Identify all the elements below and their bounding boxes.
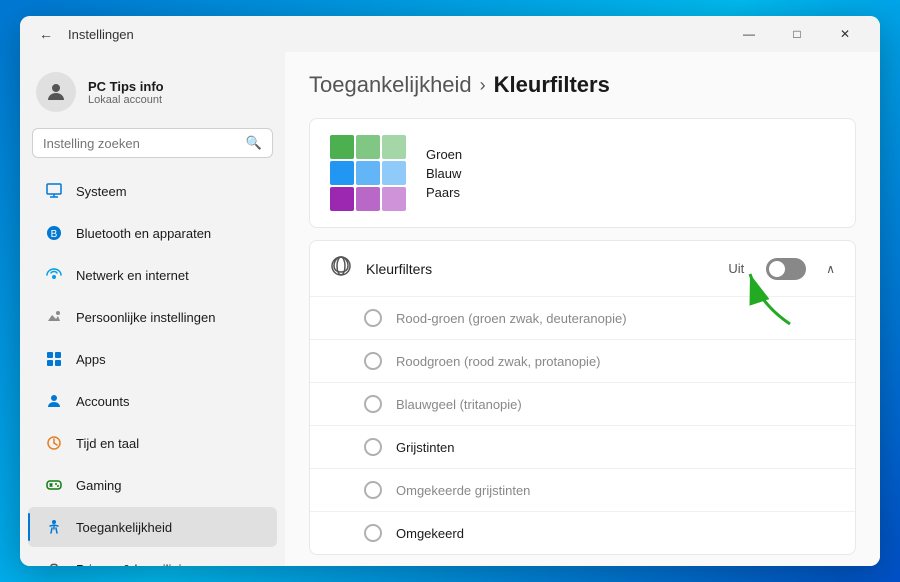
color-label-blauw: Blauw <box>426 166 462 181</box>
color-cell-4 <box>356 161 380 185</box>
systeem-label: Systeem <box>76 184 127 199</box>
kleurfilters-icon <box>330 255 352 282</box>
kleurfilters-section: Kleurfilters Uit ∧ <box>309 240 856 555</box>
search-icon: 🔍 <box>246 135 262 151</box>
systeem-icon <box>44 181 64 201</box>
settings-window: ← Instellingen — □ ✕ PC Tips info <box>20 16 880 566</box>
user-section[interactable]: PC Tips info Lokaal account <box>20 60 285 128</box>
option-label-protanopie: Roodgroen (rood zwak, protanopie) <box>396 354 601 369</box>
option-omgekeerde-grijstinten[interactable]: Omgekeerde grijstinten <box>310 468 855 511</box>
accessibility-icon <box>44 517 64 537</box>
bluetooth-icon: B <box>44 223 64 243</box>
color-cell-6 <box>330 187 354 211</box>
search-input[interactable] <box>43 136 238 151</box>
breadcrumb-current: Kleurfilters <box>494 72 610 98</box>
privacy-item[interactable]: Privacy & beveiliging <box>28 549 277 566</box>
user-name: PC Tips info <box>88 79 164 94</box>
kleurfilters-toggle[interactable] <box>766 258 806 280</box>
close-button[interactable]: ✕ <box>822 18 868 50</box>
content-area: PC Tips info Lokaal account 🔍 Systeem B <box>20 52 880 566</box>
gaming-label: Gaming <box>76 478 122 493</box>
kleurfilters-chevron[interactable]: ∧ <box>826 262 835 276</box>
persoonlijk-item[interactable]: Persoonlijke instellingen <box>28 297 277 337</box>
accounts-label: Accounts <box>76 394 129 409</box>
radio-tritanopie[interactable] <box>364 395 382 413</box>
radio-omgekeerde-grijstinten[interactable] <box>364 481 382 499</box>
maximize-button[interactable]: □ <box>774 18 820 50</box>
netwerk-item[interactable]: Netwerk en internet <box>28 255 277 295</box>
search-box[interactable]: 🔍 <box>32 128 273 158</box>
option-label-deuteranopie: Rood-groen (groen zwak, deuteranopie) <box>396 311 627 326</box>
apps-label: Apps <box>76 352 106 367</box>
radio-omgekeerd[interactable] <box>364 524 382 542</box>
privacy-icon <box>44 559 64 566</box>
option-label-omgekeerde-grijstinten: Omgekeerde grijstinten <box>396 483 530 498</box>
option-label-omgekeerd: Omgekeerd <box>396 526 464 541</box>
svg-text:B: B <box>51 229 58 240</box>
personal-icon <box>44 307 64 327</box>
breadcrumb: Toegankelijkheid › Kleurfilters <box>309 72 856 98</box>
option-label-tritanopie: Blauwgeel (tritanopie) <box>396 397 522 412</box>
accounts-icon <box>44 391 64 411</box>
color-labels: Groen Blauw Paars <box>426 147 462 200</box>
privacy-label: Privacy & beveiliging <box>76 562 196 567</box>
toegankelijkheid-label: Toegankelijkheid <box>76 520 172 535</box>
color-cell-0 <box>330 135 354 159</box>
color-label-groen: Groen <box>426 147 462 162</box>
window-title: Instellingen <box>68 27 726 42</box>
accounts-item[interactable]: Accounts <box>28 381 277 421</box>
color-cell-1 <box>356 135 380 159</box>
gaming-item[interactable]: Gaming <box>28 465 277 505</box>
minimize-button[interactable]: — <box>726 18 772 50</box>
color-cell-8 <box>382 187 406 211</box>
user-type: Lokaal account <box>88 94 164 106</box>
breadcrumb-separator: › <box>480 75 486 96</box>
avatar <box>36 72 76 112</box>
user-info: PC Tips info Lokaal account <box>88 79 164 106</box>
tijd-item[interactable]: Tijd en taal <box>28 423 277 463</box>
color-label-paars: Paars <box>426 185 462 200</box>
breadcrumb-parent[interactable]: Toegankelijkheid <box>309 72 472 98</box>
color-cell-5 <box>382 161 406 185</box>
color-cell-2 <box>382 135 406 159</box>
option-protanopie[interactable]: Roodgroen (rood zwak, protanopie) <box>310 339 855 382</box>
radio-deuteranopie[interactable] <box>364 309 382 327</box>
systeem-item[interactable]: Systeem <box>28 171 277 211</box>
time-icon <box>44 433 64 453</box>
option-deuteranopie[interactable]: Rood-groen (groen zwak, deuteranopie) <box>310 297 855 339</box>
back-button[interactable]: ← <box>32 20 60 48</box>
option-omgekeerd[interactable]: Omgekeerd <box>310 511 855 554</box>
network-icon <box>44 265 64 285</box>
toegankelijkheid-item[interactable]: Toegankelijkheid <box>28 507 277 547</box>
option-tritanopie[interactable]: Blauwgeel (tritanopie) <box>310 382 855 425</box>
window-controls: — □ ✕ <box>726 18 868 50</box>
color-cell-7 <box>356 187 380 211</box>
gaming-icon <box>44 475 64 495</box>
titlebar: ← Instellingen — □ ✕ <box>20 16 880 52</box>
filter-options: Rood-groen (groen zwak, deuteranopie) Ro… <box>310 296 855 554</box>
kleurfilters-title: Kleurfilters <box>366 261 714 277</box>
apps-item[interactable]: Apps <box>28 339 277 379</box>
persoonlijk-label: Persoonlijke instellingen <box>76 310 215 325</box>
bluetooth-label: Bluetooth en apparaten <box>76 226 211 241</box>
kleurfilters-header[interactable]: Kleurfilters Uit ∧ <box>310 241 855 296</box>
apps-icon <box>44 349 64 369</box>
sidebar: PC Tips info Lokaal account 🔍 Systeem B <box>20 52 285 566</box>
netwerk-label: Netwerk en internet <box>76 268 189 283</box>
main-content: Toegankelijkheid › Kleurfilters <box>285 52 880 566</box>
color-grid <box>330 135 406 211</box>
color-cell-3 <box>330 161 354 185</box>
radio-protanopie[interactable] <box>364 352 382 370</box>
bluetooth-item[interactable]: B Bluetooth en apparaten <box>28 213 277 253</box>
kleurfilters-status: Uit <box>728 261 744 276</box>
color-preview-card: Groen Blauw Paars <box>309 118 856 228</box>
radio-grijstinten[interactable] <box>364 438 382 456</box>
tijd-label: Tijd en taal <box>76 436 139 451</box>
toggle-knob <box>769 261 785 277</box>
option-label-grijstinten: Grijstinten <box>396 440 455 455</box>
option-grijstinten[interactable]: Grijstinten <box>310 425 855 468</box>
